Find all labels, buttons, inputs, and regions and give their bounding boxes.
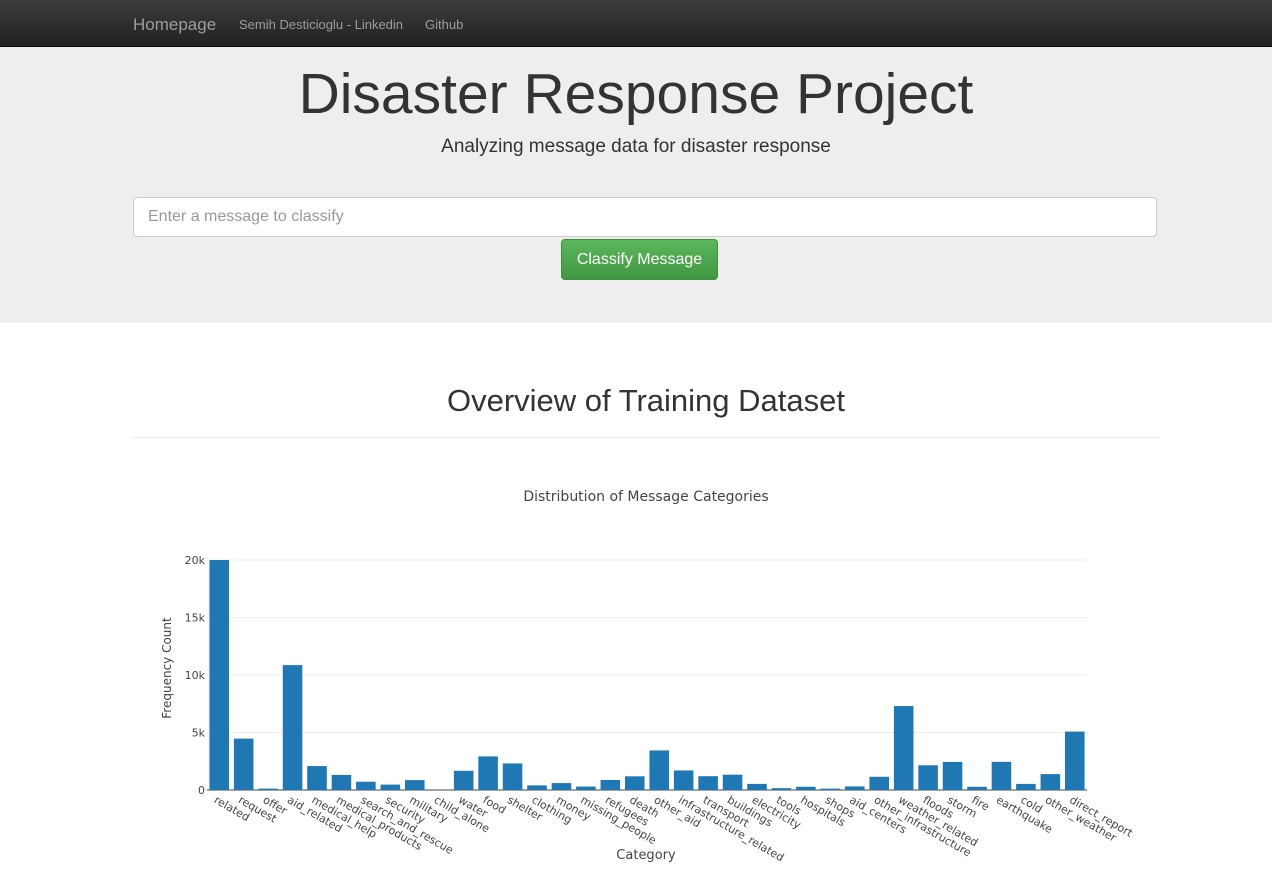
jumbotron: Disaster Response Project Analyzing mess… — [0, 47, 1272, 323]
page-subtitle: Analyzing message data for disaster resp… — [441, 136, 831, 157]
bar-refugees — [600, 779, 621, 790]
bar-death — [625, 776, 645, 790]
bar-medical_products — [331, 774, 352, 790]
bar-other_infrastructure — [869, 776, 889, 790]
bar-electricity — [747, 783, 767, 790]
divider — [133, 437, 1159, 438]
bar-search_and_rescue — [356, 781, 376, 790]
bar-aid_centers — [845, 786, 865, 790]
bar-shelter — [502, 763, 523, 790]
bar-other_weather — [1040, 774, 1061, 790]
bar-military — [405, 780, 425, 790]
bar-security — [380, 784, 401, 790]
y-tick-label: 5k — [192, 727, 206, 740]
bar-floods — [918, 765, 938, 790]
nav-link-linkedin[interactable]: Semih Desticioglu - Linkedin — [239, 17, 403, 32]
bar-storm — [942, 761, 963, 790]
x-axis-title: Category — [616, 848, 676, 863]
bar-tools — [771, 788, 792, 790]
y-tick-label: 15k — [185, 612, 206, 625]
nav-brand-link[interactable]: Homepage — [133, 15, 216, 35]
category-distribution-chart: Distribution of Message Categories 0 5k 10… — [160, 489, 1135, 864]
bar-missing_people — [576, 786, 596, 790]
bar-related — [209, 560, 229, 790]
bar-fire — [967, 786, 987, 790]
bar-direct_report — [1065, 731, 1085, 790]
bar-hospitals — [796, 786, 816, 790]
message-input[interactable] — [133, 197, 1157, 237]
bar-food — [478, 756, 498, 790]
bar-earthquake — [991, 761, 1012, 790]
bar-shops — [820, 788, 841, 790]
bar-offer — [258, 788, 278, 790]
bar-clothing — [527, 785, 547, 790]
y-axis-title: Frequency Count — [160, 617, 174, 719]
classify-message-button[interactable]: Classify Message — [561, 239, 718, 280]
bar-weather_related — [893, 706, 914, 790]
chart-gridlines — [207, 559, 1087, 791]
bar-infrastructure_related — [673, 770, 694, 790]
nav-link-github[interactable]: Github — [425, 17, 463, 32]
y-tick-label: 10k — [185, 669, 206, 682]
bar-other_aid — [649, 750, 669, 790]
bar-medical_help — [307, 766, 327, 790]
page-title: Disaster Response Project — [298, 62, 974, 126]
y-tick-label: 20k — [185, 554, 206, 567]
y-tick-labels: 0 5k 10k 15k 20k — [185, 554, 206, 797]
navbar: Homepage Semih Desticioglu - Linkedin Gi… — [0, 0, 1272, 47]
chart-title: Distribution of Message Categories — [523, 489, 768, 505]
bar-buildings — [722, 774, 743, 790]
y-tick-label: 0 — [198, 784, 205, 797]
bar-money — [551, 783, 572, 790]
bar-cold — [1016, 783, 1036, 790]
section-title: Overview of Training Dataset — [446, 383, 845, 418]
bar-aid_related — [282, 665, 303, 790]
bar-request — [233, 738, 254, 790]
bar-water — [453, 770, 474, 790]
bar-transport — [698, 776, 718, 790]
